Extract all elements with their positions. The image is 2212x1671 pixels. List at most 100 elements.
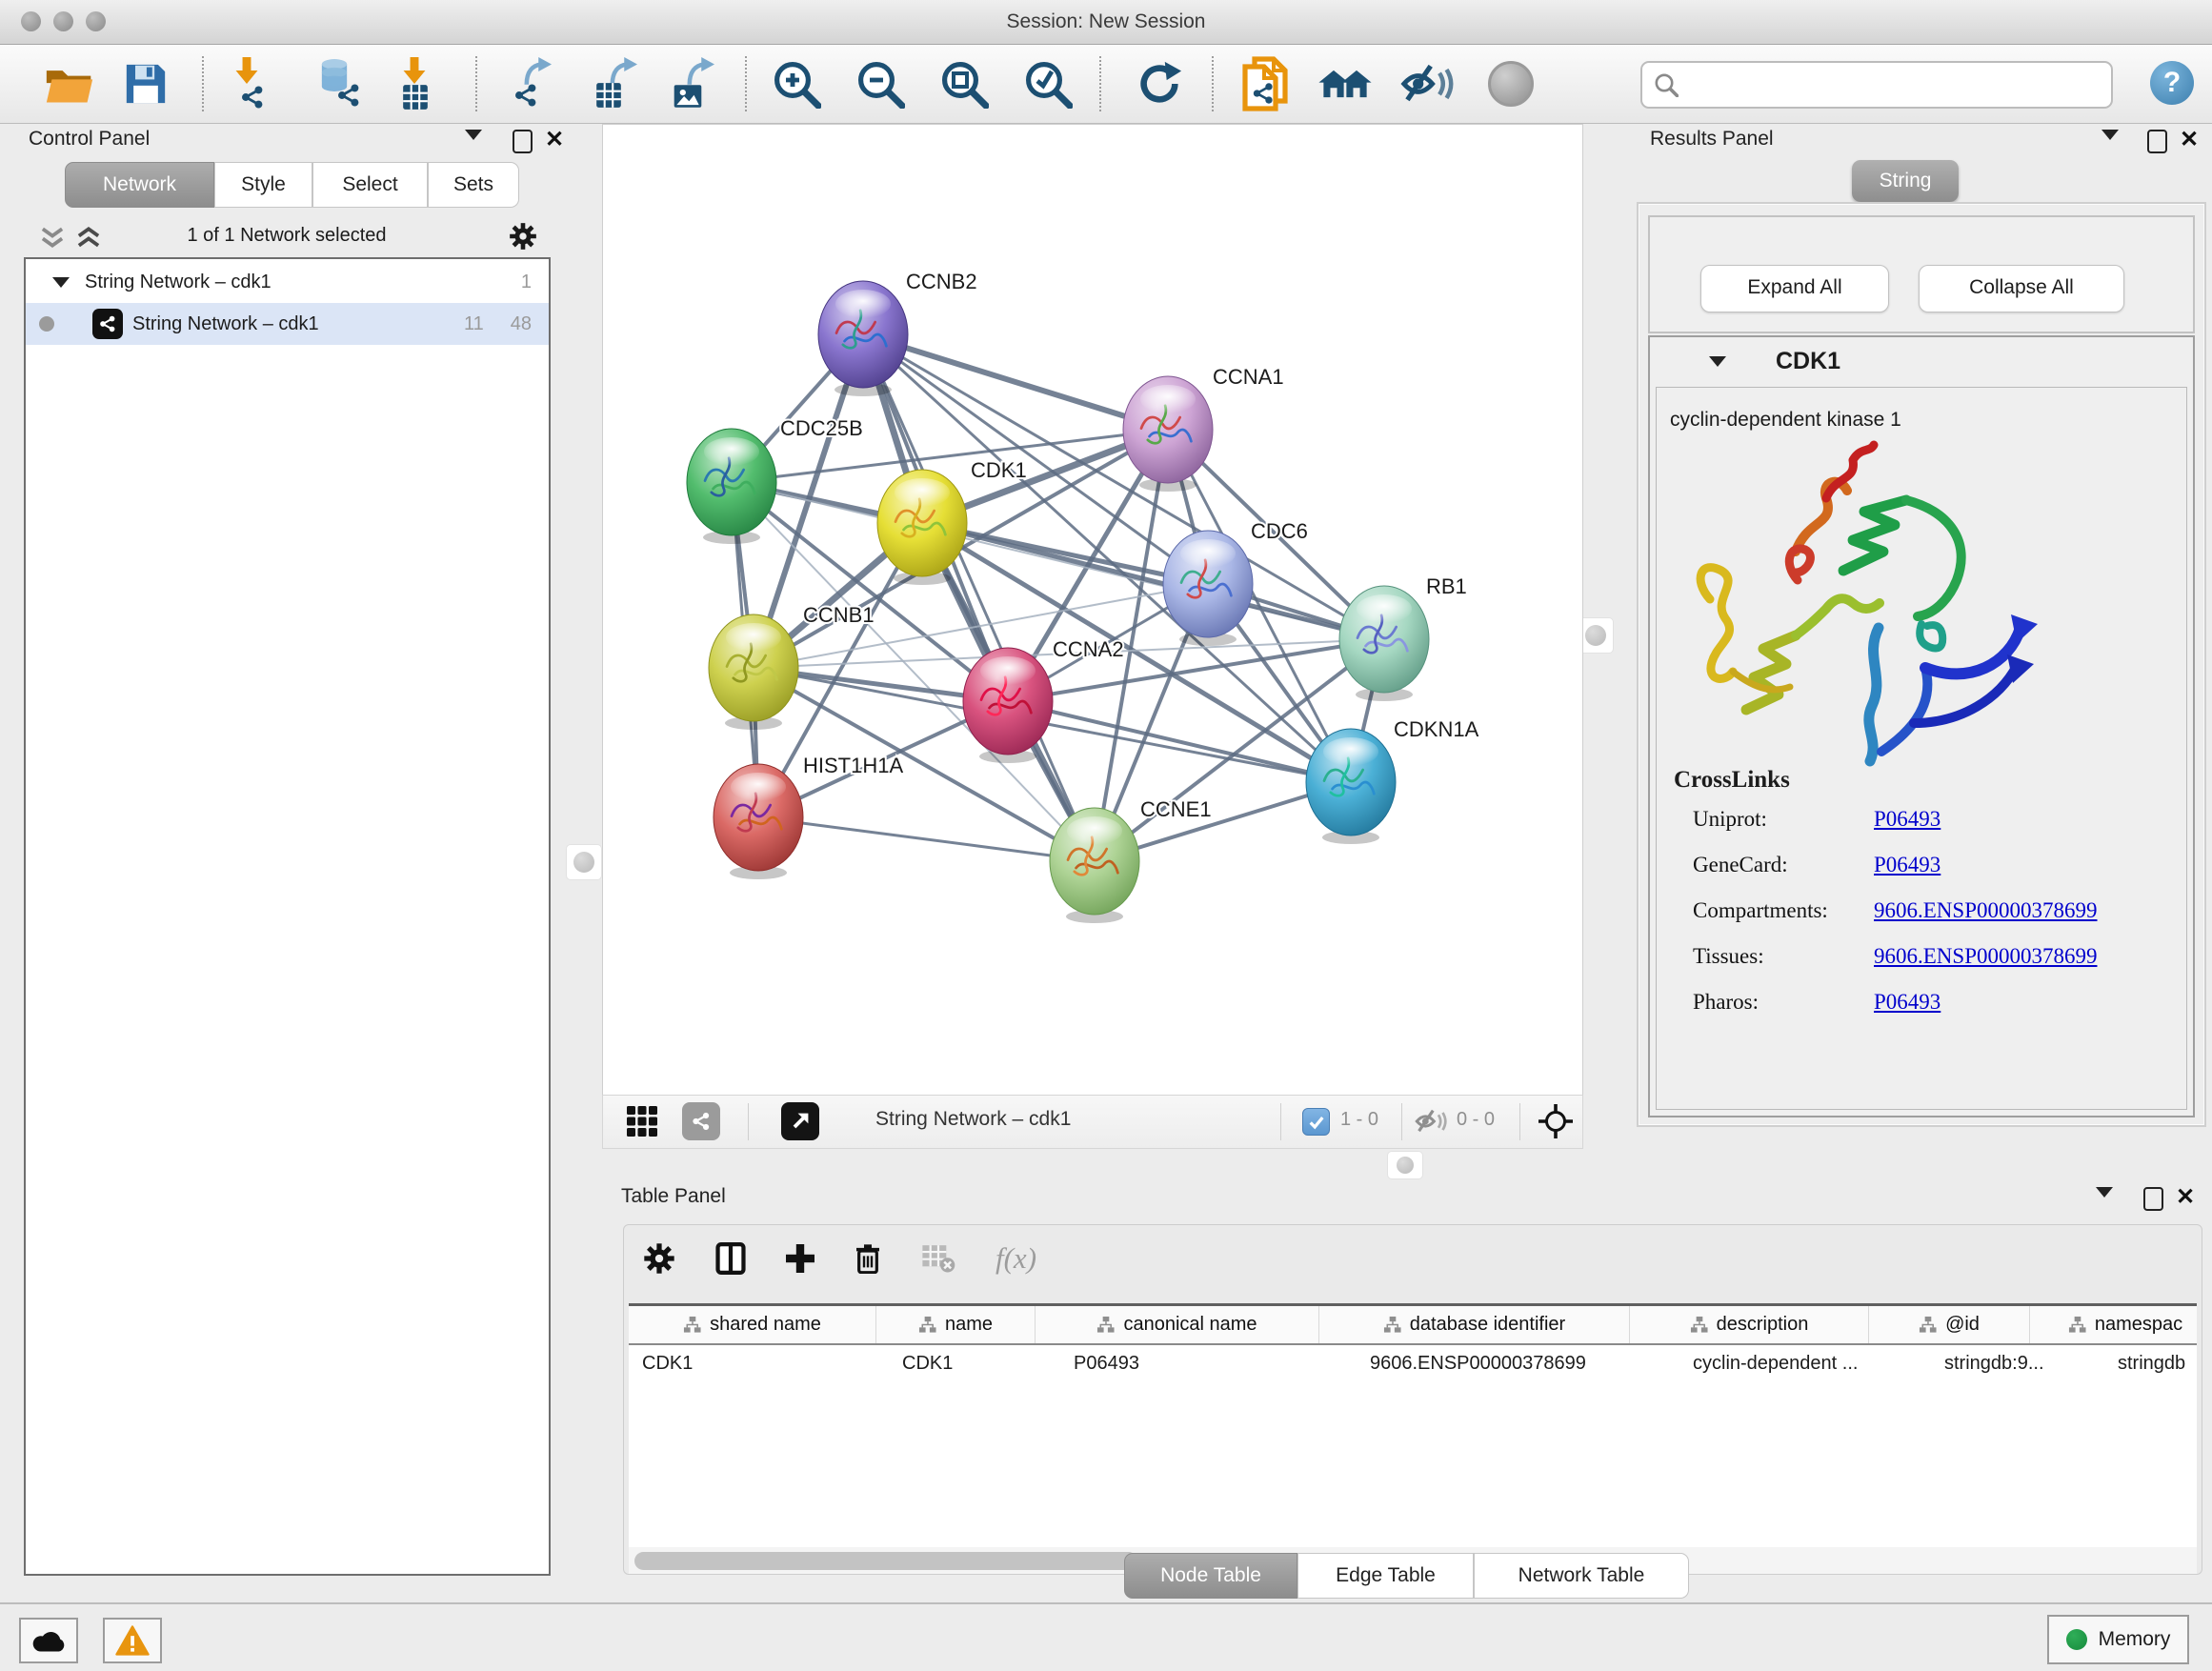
zoom-fit-icon[interactable] [939,59,989,109]
crosslink-link[interactable]: P06493 [1874,853,1941,898]
network-collection-row[interactable]: String Network – cdk1 1 [26,261,549,303]
crosslink-link[interactable]: 9606.ENSP00000378699 [1874,898,2098,944]
cloud-button[interactable] [19,1618,78,1663]
network-edge[interactable] [922,523,1384,639]
table-cell[interactable]: P06493 [1060,1345,1357,1383]
string-document-icon[interactable] [1241,56,1293,111]
column-header-canonical-name[interactable]: canonical name [1036,1306,1319,1343]
table-panel-float-button[interactable] [2143,1187,2163,1211]
help-button[interactable]: ? [2150,61,2194,105]
export-network-icon[interactable] [510,57,557,111]
network-canvas[interactable]: CCNB2CCNA1CDC25BCDK1CDC6RB1CCNB1CCNA2CDK… [602,124,1583,1096]
expand-all-button[interactable]: Expand All [1700,265,1889,312]
tab-node-table[interactable]: Node Table [1124,1553,1297,1599]
zoom-out-icon[interactable] [855,59,905,109]
table-cell[interactable]: CDK1 [889,1345,1060,1383]
crosslink-link[interactable]: P06493 [1874,807,1941,853]
table-cell[interactable]: stringdb [2104,1345,2197,1383]
results-panel-close-button[interactable]: ✕ [2180,130,2199,150]
open-in-window-icon[interactable] [781,1102,819,1140]
network-edge-count: 48 [511,313,532,335]
birdseye-grid-icon[interactable] [626,1105,658,1142]
table-cell[interactable]: stringdb:9... [1931,1345,2104,1383]
table-panel-menu-button[interactable] [2096,1187,2113,1198]
export-image-icon[interactable] [671,57,718,111]
network-node-CCNE1[interactable] [1050,808,1139,923]
tab-select[interactable]: Select [312,162,428,208]
network-edge[interactable] [863,334,1168,430]
network-node-CCNA1[interactable] [1123,376,1213,492]
network-node-CCNB1[interactable] [709,614,798,730]
tab-network[interactable]: Network [65,162,214,208]
column-header-shared-name[interactable]: shared name [629,1306,876,1343]
network-node-CCNA2[interactable] [963,648,1053,763]
table-cell[interactable]: 9606.ENSP00000378699 [1357,1345,1679,1383]
memory-button[interactable]: Memory [2047,1615,2189,1664]
warnings-button[interactable] [103,1618,162,1663]
tab-string[interactable]: String [1852,160,1959,202]
hide-glasses-icon[interactable] [1400,61,1454,107]
delete-column-icon[interactable] [855,1243,881,1274]
left-splitter-handle[interactable] [566,844,602,880]
column-header-namespac[interactable]: namespac [2030,1306,2197,1343]
toolbar-separator [475,56,477,111]
table-settings-gear-icon[interactable] [643,1242,675,1275]
control-panel-menu-button[interactable] [465,130,482,140]
zoom-in-icon[interactable] [772,59,821,109]
column-header-database-identifier[interactable]: database identifier [1319,1306,1630,1343]
collection-expand-icon[interactable] [52,277,70,288]
table-cell[interactable]: CDK1 [629,1345,889,1383]
control-panel-float-button[interactable] [513,130,533,153]
search-input[interactable] [1686,73,2111,97]
column-type-icon [2068,1316,2086,1334]
table-cell[interactable]: cyclin-dependent ... [1679,1345,1931,1383]
network-edge[interactable] [758,817,1095,861]
delete-table-icon [921,1243,955,1274]
gene-section-header[interactable]: CDK1 [1650,337,2193,385]
network-share-icon[interactable] [682,1102,720,1140]
network-row[interactable]: String Network – cdk1 11 48 [26,303,549,345]
column-header-description[interactable]: description [1630,1306,1869,1343]
import-table-icon[interactable] [394,57,440,111]
tab-style[interactable]: Style [214,162,312,208]
add-column-icon[interactable] [786,1244,814,1273]
open-session-icon[interactable] [45,63,94,105]
control-panel-close-button[interactable]: ✕ [545,130,564,150]
protein-structure-image [1683,437,2055,799]
show-columns-icon[interactable] [715,1242,746,1275]
tab-sets[interactable]: Sets [428,162,519,208]
selected-checkbox-icon[interactable] [1302,1108,1330,1136]
preview-sphere-icon[interactable] [1488,61,1534,107]
save-session-icon[interactable] [125,63,167,105]
table-panel-close-button[interactable]: ✕ [2176,1187,2195,1207]
network-options-gear-icon[interactable] [509,222,537,251]
crosslink-link[interactable]: 9606.ENSP00000378699 [1874,944,2098,990]
collapse-all-button[interactable]: Collapse All [1919,265,2124,312]
network-node-CCNB2[interactable] [818,281,908,396]
results-panel-menu-button[interactable] [2101,130,2119,140]
network-node-HIST1H1A[interactable] [714,764,803,879]
bottom-splitter-handle[interactable] [1387,1151,1423,1179]
network-node-CDKN1A[interactable] [1306,729,1396,844]
table-row[interactable]: CDK1CDK1P064939606.ENSP00000378699cyclin… [629,1345,2197,1383]
search-box [1640,61,2113,109]
network-node-RB1[interactable] [1339,586,1429,701]
zoom-selected-icon[interactable] [1023,59,1073,109]
fit-selected-crosshair-icon[interactable] [1535,1100,1577,1142]
scrollbar-thumb[interactable] [634,1552,1137,1570]
crosslink-row: Uniprot:P06493 [1693,807,2179,853]
import-network-from-database-icon[interactable] [313,57,365,111]
column-header-@id[interactable]: @id [1869,1306,2030,1343]
tab-edge-table[interactable]: Edge Table [1297,1553,1474,1599]
network-node-CDC25B[interactable] [687,429,776,544]
tab-network-table[interactable]: Network Table [1474,1553,1689,1599]
refresh-icon[interactable] [1136,60,1183,108]
column-header-name[interactable]: name [876,1306,1036,1343]
results-panel-float-button[interactable] [2147,130,2167,153]
import-network-icon[interactable] [227,57,272,111]
gene-collapse-icon[interactable] [1709,356,1726,367]
network-edge[interactable] [863,334,1095,861]
home-icon[interactable] [1317,61,1373,107]
export-table-icon[interactable] [593,57,641,111]
crosslink-link[interactable]: P06493 [1874,990,1941,1036]
